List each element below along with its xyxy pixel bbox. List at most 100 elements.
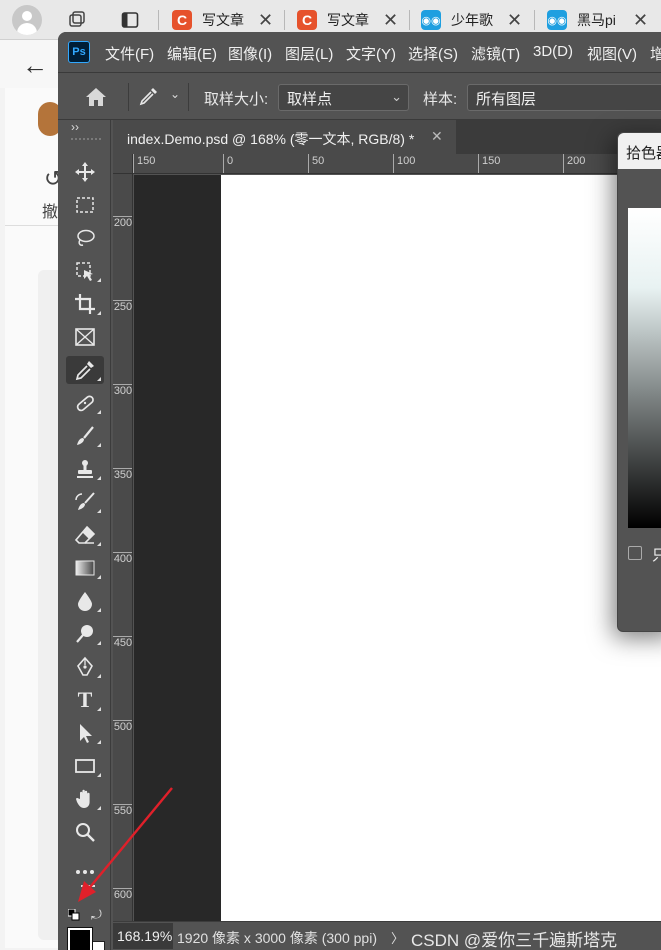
ruler-origin[interactable] — [113, 154, 133, 174]
back-arrow-icon[interactable]: ← — [22, 50, 48, 81]
document-canvas[interactable] — [221, 175, 661, 921]
move-tool[interactable] — [66, 158, 104, 186]
tab-actions-icon[interactable] — [121, 11, 139, 29]
close-icon[interactable]: ✕ — [507, 10, 522, 31]
sample-select[interactable]: 所有图层 — [467, 84, 661, 111]
ruler-label: 300 — [113, 384, 133, 397]
menu-file[interactable]: 文件(F) — [105, 43, 154, 64]
sample-size-value: 取样点 — [287, 91, 333, 108]
eraser-tool[interactable] — [66, 521, 104, 549]
ruler-label: 200 — [113, 216, 133, 229]
eraser-icon — [74, 525, 96, 544]
edit-toolbar[interactable] — [66, 858, 104, 886]
ruler-label: 150 — [478, 154, 500, 173]
sample-size-select[interactable]: 取样点 ⌄ — [278, 84, 409, 111]
zoom-tool[interactable] — [66, 818, 104, 846]
swap-colors-icon[interactable]: ⤾ — [91, 907, 102, 923]
ruler-label: 100 — [393, 154, 415, 173]
brush-tool[interactable] — [66, 422, 104, 450]
dodge-tool[interactable] — [66, 620, 104, 648]
rectangle-tool[interactable] — [66, 752, 104, 780]
divider — [5, 225, 65, 226]
profile-avatar[interactable] — [12, 5, 42, 35]
clone-stamp-tool[interactable] — [66, 455, 104, 483]
object-selection-tool[interactable] — [66, 257, 104, 285]
object-selection-icon — [76, 262, 93, 281]
hand-tool[interactable] — [66, 785, 104, 813]
history-brush-tool[interactable] — [66, 488, 104, 516]
zoom-level[interactable]: 168.19% — [113, 923, 173, 949]
eyedropper-tool[interactable] — [66, 356, 104, 384]
panel-grip[interactable] — [71, 138, 101, 142]
ruler-label: 450 — [113, 636, 133, 649]
dodge-icon — [76, 625, 93, 643]
ruler-label: 550 — [113, 804, 133, 817]
ruler-label: 50 — [308, 154, 324, 173]
home-icon[interactable] — [84, 86, 108, 108]
tab-title: 少年歌 — [451, 12, 493, 28]
browser-tab[interactable]: C 写文章 ✕ — [172, 6, 273, 34]
menu-image[interactable]: 图像(I) — [228, 43, 272, 64]
more-icon — [76, 870, 94, 874]
collapse-panel-icon[interactable]: ›› — [71, 120, 79, 134]
gradient-icon — [75, 560, 95, 576]
ruler-label: 600 — [113, 888, 133, 901]
color-field[interactable] — [628, 208, 661, 528]
menu-edit[interactable]: 编辑(E) — [167, 43, 217, 64]
close-icon[interactable]: ✕ — [633, 10, 648, 31]
menu-3d[interactable]: 3D(D) — [533, 43, 573, 60]
default-colors-icon[interactable] — [68, 909, 80, 921]
browser-tab[interactable]: C 写文章 ✕ — [297, 6, 398, 34]
tab-title: 黑马pi — [577, 12, 616, 28]
menu-type[interactable]: 文字(Y) — [346, 43, 396, 64]
menu-view[interactable]: 视图(V) — [587, 43, 637, 64]
foreground-color-swatch[interactable] — [67, 927, 93, 950]
path-selection-tool[interactable] — [66, 719, 104, 747]
horizontal-ruler[interactable]: 150 0 50 100 150 200 — [133, 154, 661, 174]
rectangular-marquee-icon — [76, 197, 94, 213]
menu-select[interactable]: 选择(S) — [408, 43, 458, 64]
close-icon[interactable]: ✕ — [431, 128, 443, 145]
pen-tool[interactable] — [66, 653, 104, 681]
pen-icon — [77, 656, 93, 676]
menu-filter[interactable]: 滤镜(T) — [471, 43, 520, 64]
document-tab[interactable]: index.Demo.psd @ 168% (零一文本, RGB/8) * ✕ — [113, 120, 456, 154]
healing-brush-tool[interactable] — [66, 389, 104, 417]
eyedropper-icon[interactable] — [138, 85, 160, 107]
blur-tool[interactable] — [66, 587, 104, 615]
web-colors-checkbox[interactable] — [628, 546, 642, 560]
dialog-title: 拾色器 — [618, 133, 661, 169]
tab-title: 写文章 — [202, 12, 244, 28]
status-menu-arrow[interactable]: 〉 — [391, 928, 404, 947]
vertical-ruler[interactable]: 200 250 300 350 400 450 500 550 600 — [113, 174, 133, 921]
photoshop-logo: Ps — [68, 41, 90, 63]
ruler-label: 250 — [113, 300, 133, 313]
frame-tool[interactable] — [66, 323, 104, 351]
tab-title: 写文章 — [327, 12, 369, 28]
path-selection-icon — [80, 724, 92, 743]
ruler-label: 350 — [113, 468, 133, 481]
quick-mask-icon[interactable] — [81, 885, 95, 887]
menu-plugins[interactable]: 增 — [650, 43, 661, 64]
close-icon[interactable]: ✕ — [383, 10, 398, 31]
gradient-tool[interactable] — [66, 554, 104, 582]
close-icon[interactable]: ✕ — [258, 10, 273, 31]
stamp-icon — [77, 460, 93, 478]
sample-size-label: 取样大小: — [204, 91, 269, 108]
browser-tab[interactable]: ◉◉ 黑马pi ✕ — [547, 6, 648, 34]
browser-tab[interactable]: ◉◉ 少年歌 ✕ — [421, 6, 522, 34]
tools-panel: ›› T ⤾ — [61, 120, 111, 950]
history-brush-icon — [75, 492, 95, 510]
type-tool[interactable]: T — [66, 686, 104, 714]
hand-icon — [76, 789, 90, 808]
menu-layer[interactable]: 图层(L) — [285, 43, 333, 64]
csdn-watermark: CSDN @爱你三千遍斯塔克 — [411, 931, 618, 950]
move-icon — [75, 162, 95, 182]
collections-icon[interactable] — [68, 11, 86, 29]
marquee-tool[interactable] — [66, 191, 104, 219]
crop-tool[interactable] — [66, 290, 104, 318]
chevron-down-icon[interactable]: ⌄ — [170, 87, 180, 101]
csdn-icon: C — [297, 10, 317, 30]
photoshop-window: Ps 文件(F) 编辑(E) 图像(I) 图层(L) 文字(Y) 选择(S) 滤… — [58, 32, 661, 950]
lasso-tool[interactable] — [66, 224, 104, 252]
